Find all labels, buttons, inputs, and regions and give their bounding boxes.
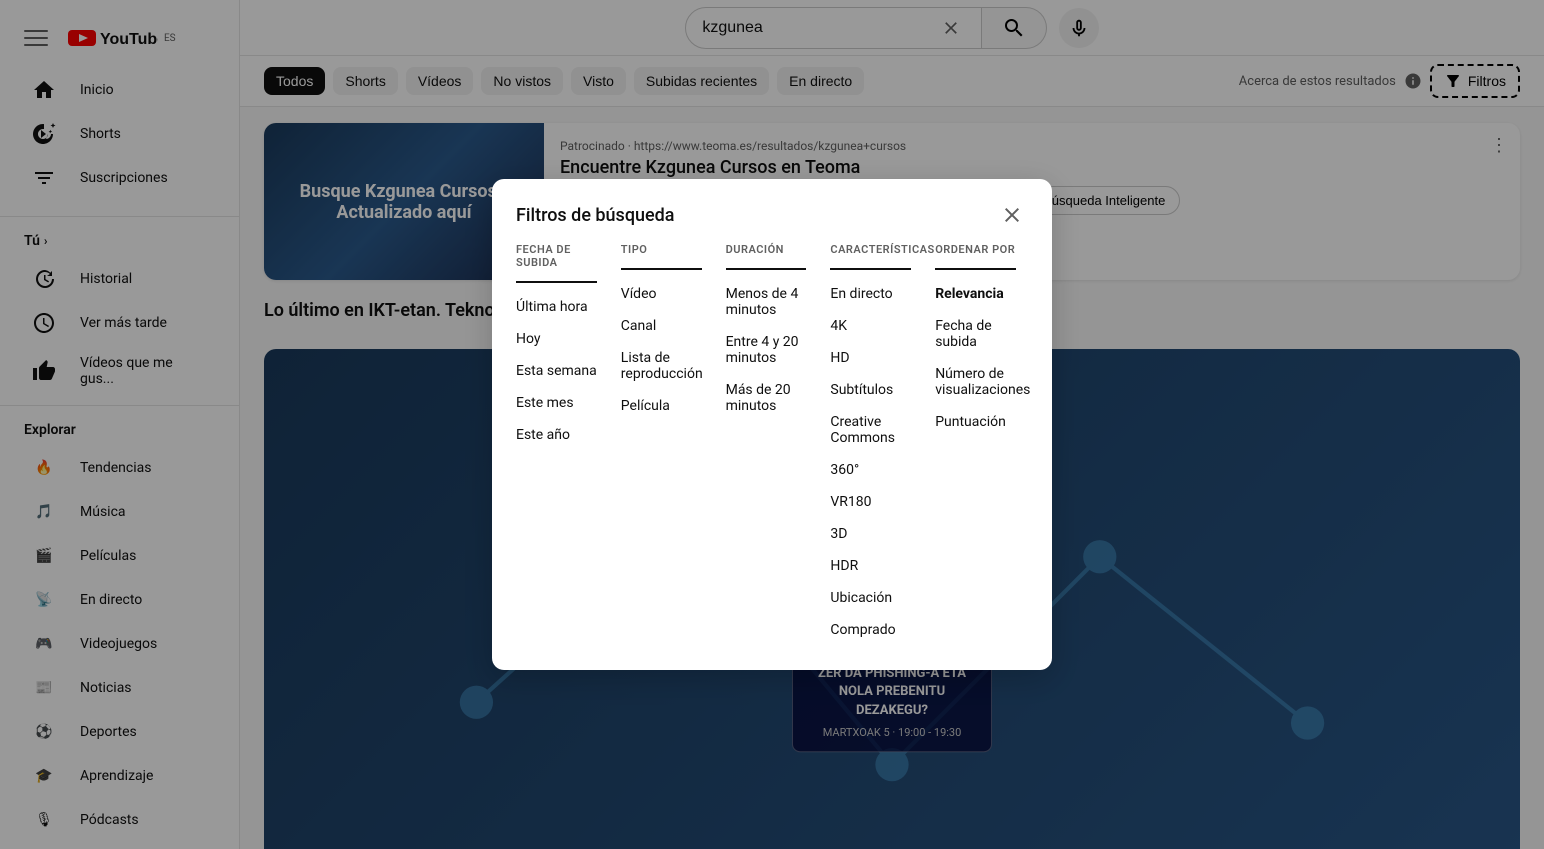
filter-option-creative-commons[interactable]: Creative Commons [830,406,911,454]
filter-option-hd[interactable]: HD [830,342,911,374]
filter-column-ordenar: ORDENAR POR Relevancia Fecha de subida N… [923,243,1028,646]
modal-header: Filtros de búsqueda [492,179,1052,243]
filter-option-canal[interactable]: Canal [621,310,702,342]
modal-close-button[interactable] [996,199,1028,231]
filter-option-mas-20[interactable]: Más de 20 minutos [726,374,807,422]
filter-option-hdr[interactable]: HDR [830,550,911,582]
filter-columns: FECHA DE SUBIDA Última hora Hoy Esta sem… [516,243,1028,646]
filter-column-tipo: TIPO Vídeo Canal Lista de reproducción P… [609,243,714,646]
filter-option-subtitulos[interactable]: Subtítulos [830,374,911,406]
filter-option-entre-4-20[interactable]: Entre 4 y 20 minutos [726,326,807,374]
filter-option-este-mes[interactable]: Este mes [516,387,597,419]
filter-col-title-ordenar: ORDENAR POR [935,243,1016,270]
filter-option-esta-semana[interactable]: Esta semana [516,355,597,387]
filter-option-360[interactable]: 360° [830,454,911,486]
filter-option-hoy[interactable]: Hoy [516,323,597,355]
filter-col-title-fecha: FECHA DE SUBIDA [516,243,597,283]
filter-option-3d[interactable]: 3D [830,518,911,550]
search-filters-modal: Filtros de búsqueda FECHA DE SUBIDA Últi… [492,179,1052,670]
filter-column-fecha: FECHA DE SUBIDA Última hora Hoy Esta sem… [516,243,609,646]
filter-option-lista-reproduccion[interactable]: Lista de reproducción [621,342,702,390]
filter-option-visualizaciones[interactable]: Número de visualizaciones [935,358,1016,406]
filter-option-este-anio[interactable]: Este año [516,419,597,451]
filter-column-duracion: DURACIÓN Menos de 4 minutos Entre 4 y 20… [714,243,819,646]
filter-option-en-directo[interactable]: En directo [830,278,911,310]
filter-col-title-duracion: DURACIÓN [726,243,807,270]
filter-option-relevancia[interactable]: Relevancia [935,278,1016,310]
filter-col-title-tipo: TIPO [621,243,702,270]
filter-option-puntuacion[interactable]: Puntuación [935,406,1016,438]
filter-option-vr180[interactable]: VR180 [830,486,911,518]
filter-option-menos-4[interactable]: Menos de 4 minutos [726,278,807,326]
filter-option-ultima-hora[interactable]: Última hora [516,291,597,323]
filter-option-pelicula[interactable]: Película [621,390,702,422]
modal-body: FECHA DE SUBIDA Última hora Hoy Esta sem… [492,243,1052,670]
filter-option-video[interactable]: Vídeo [621,278,702,310]
filter-option-4k[interactable]: 4K [830,310,911,342]
filter-option-ubicacion[interactable]: Ubicación [830,582,911,614]
modal-title: Filtros de búsqueda [516,205,675,226]
filter-col-title-caracteristicas: CARACTERÍSTICAS [830,243,911,270]
filter-option-comprado[interactable]: Comprado [830,614,911,646]
filter-option-fecha-subida[interactable]: Fecha de subida [935,310,1016,358]
modal-overlay: Filtros de búsqueda FECHA DE SUBIDA Últi… [0,0,1544,849]
filter-column-caracteristicas: CARACTERÍSTICAS En directo 4K HD Subtítu… [818,243,923,646]
